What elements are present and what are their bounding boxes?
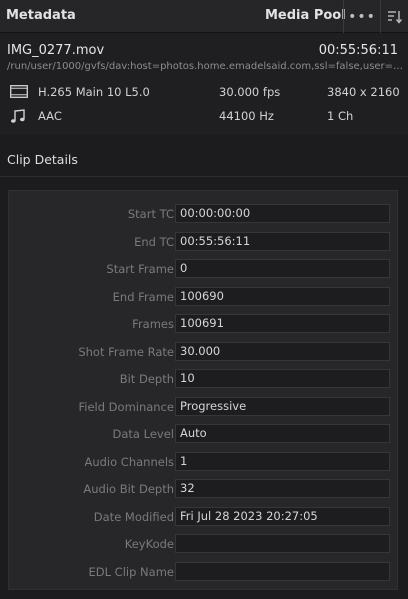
field-value[interactable]: 1 (175, 451, 390, 471)
field-value[interactable]: 100691 (175, 314, 390, 333)
panel-title: Metadata (6, 8, 76, 23)
field-value[interactable]: 10 (175, 369, 390, 388)
field-value[interactable]: 30.000 (175, 341, 390, 361)
sort-icon (387, 10, 402, 24)
section-divider (0, 176, 408, 177)
field-value[interactable]: 100690 (175, 286, 390, 306)
field-label: Start TC (127, 207, 174, 221)
music-note-icon (11, 109, 25, 123)
field-label: Start Frame (106, 262, 174, 276)
more-options-icon: ••• (348, 8, 376, 25)
clip-details-panel: Start TC 00:00:00:00 End TC 00:55:56:11 … (8, 190, 398, 590)
video-fps: 30.000 fps (219, 85, 281, 99)
field-end-frame: End Frame 100690 (9, 286, 399, 307)
field-bit-depth: Bit Depth 10 (9, 369, 399, 389)
field-value[interactable]: Progressive (175, 396, 390, 416)
audio-info-row: AAC 44100 Hz 1 Ch (0, 107, 408, 125)
field-edl-clip-name: EDL Clip Name (9, 561, 399, 582)
media-pool-button[interactable]: Media Pool (265, 8, 346, 23)
field-label: Date Modified (93, 509, 174, 524)
audio-rate: 44100 Hz (219, 109, 274, 123)
file-info: IMG_0277.mov 00:55:56:11 /run/user/1000/… (0, 33, 408, 135)
video-resolution: 3840 x 2160 (327, 85, 400, 99)
field-label: End TC (134, 234, 174, 249)
field-value[interactable]: 32 (175, 479, 390, 498)
field-label: End Frame (112, 289, 174, 304)
field-value[interactable] (175, 561, 390, 581)
field-label: KeyKode (124, 537, 174, 551)
field-value[interactable] (175, 534, 390, 553)
file-duration: 00:55:56:11 (318, 43, 398, 58)
field-end-tc: End TC 00:55:56:11 (9, 231, 399, 252)
field-label: Shot Frame Rate (78, 344, 174, 359)
field-audio-bit-depth: Audio Bit Depth 32 (9, 479, 399, 499)
field-date-modified: Date Modified Fri Jul 28 2023 20:27:05 (9, 506, 399, 527)
field-data-level: Data Level Auto (9, 424, 399, 444)
field-label: EDL Clip Name (88, 564, 175, 579)
sort-button[interactable] (381, 0, 408, 33)
panel-header: Metadata Media Pool ••• (0, 0, 408, 33)
field-start-tc: Start TC 00:00:00:00 (9, 204, 399, 224)
field-value[interactable]: 00:55:56:11 (175, 231, 390, 251)
field-frames: Frames 100691 (9, 314, 399, 334)
more-options-button[interactable]: ••• (344, 0, 380, 33)
field-keykode: KeyKode (9, 534, 399, 554)
field-label: Bit Depth (119, 372, 174, 386)
field-label: Audio Bit Depth (83, 482, 174, 496)
audio-codec: AAC (38, 109, 62, 123)
video-info-row: H.265 Main 10 L5.0 30.000 fps 3840 x 216… (0, 83, 408, 101)
field-audio-channels: Audio Channels 1 (9, 451, 399, 472)
field-label: Audio Channels (84, 454, 174, 469)
field-label: Data Level (112, 427, 174, 441)
field-start-frame: Start Frame 0 (9, 259, 399, 279)
video-codec: H.265 Main 10 L5.0 (38, 85, 150, 99)
field-label: Field Dominance (78, 399, 174, 414)
file-name: IMG_0277.mov (7, 43, 105, 58)
audio-channels: 1 Ch (327, 109, 354, 123)
film-strip-icon (10, 85, 28, 98)
file-path: /run/user/1000/gvfs/dav:host=photos.home… (7, 61, 407, 72)
field-shot-frame-rate: Shot Frame Rate 30.000 (9, 341, 399, 362)
field-field-dominance: Field Dominance Progressive (9, 396, 399, 417)
field-value[interactable]: Auto (175, 424, 390, 443)
field-label: Frames (132, 317, 174, 331)
field-value[interactable]: 00:00:00:00 (175, 204, 390, 223)
field-value[interactable]: 0 (175, 259, 390, 278)
section-title: Clip Details (7, 152, 78, 167)
field-value[interactable]: Fri Jul 28 2023 20:27:05 (175, 506, 390, 526)
